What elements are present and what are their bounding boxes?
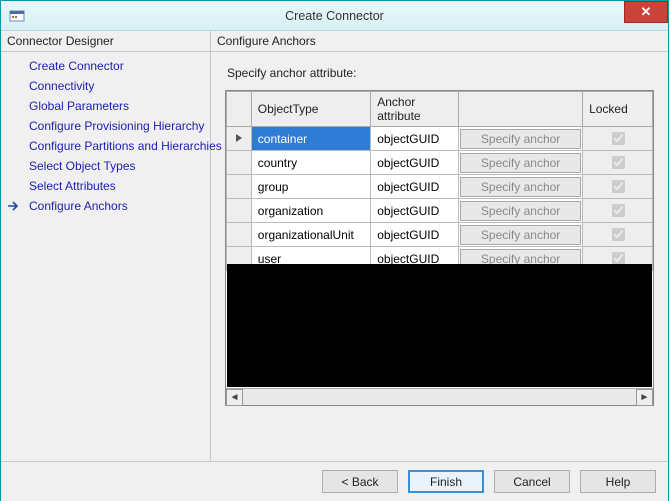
- anchor-grid: ObjectType Anchor attribute Locked conta…: [225, 90, 654, 406]
- current-row-icon: [234, 133, 244, 143]
- nav-item[interactable]: Global Parameters: [1, 96, 210, 116]
- cell-specify: Specify anchor: [459, 151, 583, 175]
- cell-locked: [583, 199, 653, 223]
- nav-item[interactable]: Configure Provisioning Hierarchy: [1, 116, 210, 136]
- cell-specify: Specify anchor: [459, 127, 583, 151]
- dialog-body: Connector Designer Create Connector Conne…: [1, 31, 668, 461]
- scroll-right-button[interactable]: ►: [636, 389, 653, 406]
- row-indicator: [227, 127, 252, 151]
- locked-checkbox[interactable]: [612, 204, 625, 217]
- instruction-text: Specify anchor attribute:: [227, 66, 654, 80]
- help-button[interactable]: Help: [580, 470, 656, 493]
- arrow-right-icon: [7, 200, 21, 215]
- table-row[interactable]: groupobjectGUIDSpecify anchor: [227, 175, 653, 199]
- col-header-locked[interactable]: Locked: [583, 92, 653, 127]
- row-indicator: [227, 151, 252, 175]
- cell-objecttype[interactable]: group: [251, 175, 370, 199]
- cell-anchorattr[interactable]: objectGUID: [371, 127, 459, 151]
- nav-item[interactable]: Create Connector: [1, 56, 210, 76]
- locked-checkbox[interactable]: [612, 132, 625, 145]
- grid-empty-area: [227, 264, 652, 387]
- right-pane-header: Configure Anchors: [211, 31, 668, 52]
- cell-locked: [583, 151, 653, 175]
- titlebar: Create Connector ✕: [1, 1, 668, 31]
- cell-locked: [583, 127, 653, 151]
- specify-anchor-button[interactable]: Specify anchor: [460, 129, 581, 149]
- cancel-button[interactable]: Cancel: [494, 470, 570, 493]
- col-header-indicator[interactable]: [227, 92, 252, 127]
- nav-item[interactable]: Configure Anchors: [1, 196, 210, 216]
- nav-item-label: Select Attributes: [29, 179, 116, 193]
- row-indicator: [227, 199, 252, 223]
- close-button[interactable]: ✕: [624, 1, 668, 23]
- nav-item[interactable]: Select Attributes: [1, 176, 210, 196]
- nav-item-label: Create Connector: [29, 59, 124, 73]
- specify-anchor-button[interactable]: Specify anchor: [460, 201, 581, 221]
- close-icon: ✕: [641, 4, 652, 20]
- cell-anchorattr[interactable]: objectGUID: [371, 151, 459, 175]
- cell-objecttype[interactable]: container: [251, 127, 370, 151]
- cell-specify: Specify anchor: [459, 175, 583, 199]
- nav-item-label: Configure Partitions and Hierarchies: [29, 139, 222, 153]
- back-button[interactable]: < Back: [322, 470, 398, 493]
- cell-anchorattr[interactable]: objectGUID: [371, 223, 459, 247]
- nav-item[interactable]: Connectivity: [1, 76, 210, 96]
- specify-anchor-button[interactable]: Specify anchor: [460, 225, 581, 245]
- cell-specify: Specify anchor: [459, 199, 583, 223]
- window-title: Create Connector: [1, 9, 668, 23]
- anchor-table: ObjectType Anchor attribute Locked conta…: [226, 91, 653, 271]
- cell-specify: Specify anchor: [459, 223, 583, 247]
- dialog-footer: < Back Finish Cancel Help: [1, 461, 668, 501]
- cell-locked: [583, 223, 653, 247]
- cell-objecttype[interactable]: country: [251, 151, 370, 175]
- nav-item-label: Configure Anchors: [29, 199, 128, 213]
- row-indicator: [227, 223, 252, 247]
- dialog-window: Create Connector ✕ Connector Designer Cr…: [0, 0, 669, 501]
- left-nav-pane: Connector Designer Create Connector Conne…: [1, 31, 211, 461]
- nav-list: Create Connector Connectivity Global Param…: [1, 52, 210, 216]
- row-indicator: [227, 175, 252, 199]
- nav-item-label: Global Parameters: [29, 99, 129, 113]
- locked-checkbox[interactable]: [612, 228, 625, 241]
- col-header-objecttype[interactable]: ObjectType: [251, 92, 370, 127]
- cell-locked: [583, 175, 653, 199]
- specify-anchor-button[interactable]: Specify anchor: [460, 153, 581, 173]
- finish-button[interactable]: Finish: [408, 470, 484, 493]
- table-row[interactable]: organizationalUnitobjectGUIDSpecify anch…: [227, 223, 653, 247]
- col-header-anchorattr[interactable]: Anchor attribute: [371, 92, 459, 127]
- locked-checkbox[interactable]: [612, 156, 625, 169]
- table-row[interactable]: countryobjectGUIDSpecify anchor: [227, 151, 653, 175]
- cell-objecttype[interactable]: organizationalUnit: [251, 223, 370, 247]
- table-header-row: ObjectType Anchor attribute Locked: [227, 92, 653, 127]
- right-pane: Configure Anchors Specify anchor attribu…: [211, 31, 668, 461]
- horizontal-scrollbar[interactable]: ◄ ►: [226, 388, 653, 405]
- left-pane-header: Connector Designer: [1, 31, 210, 52]
- cell-anchorattr[interactable]: objectGUID: [371, 199, 459, 223]
- nav-item-label: Configure Provisioning Hierarchy: [29, 119, 204, 133]
- scroll-left-button[interactable]: ◄: [226, 389, 243, 406]
- col-header-specify[interactable]: [459, 92, 583, 127]
- nav-item-label: Connectivity: [29, 79, 94, 93]
- nav-item[interactable]: Configure Partitions and Hierarchies: [1, 136, 210, 156]
- specify-anchor-button[interactable]: Specify anchor: [460, 177, 581, 197]
- table-row[interactable]: containerobjectGUIDSpecify anchor: [227, 127, 653, 151]
- nav-item-label: Select Object Types: [29, 159, 136, 173]
- cell-objecttype[interactable]: organization: [251, 199, 370, 223]
- table-row[interactable]: organizationobjectGUIDSpecify anchor: [227, 199, 653, 223]
- nav-item[interactable]: Select Object Types: [1, 156, 210, 176]
- cell-anchorattr[interactable]: objectGUID: [371, 175, 459, 199]
- locked-checkbox[interactable]: [612, 180, 625, 193]
